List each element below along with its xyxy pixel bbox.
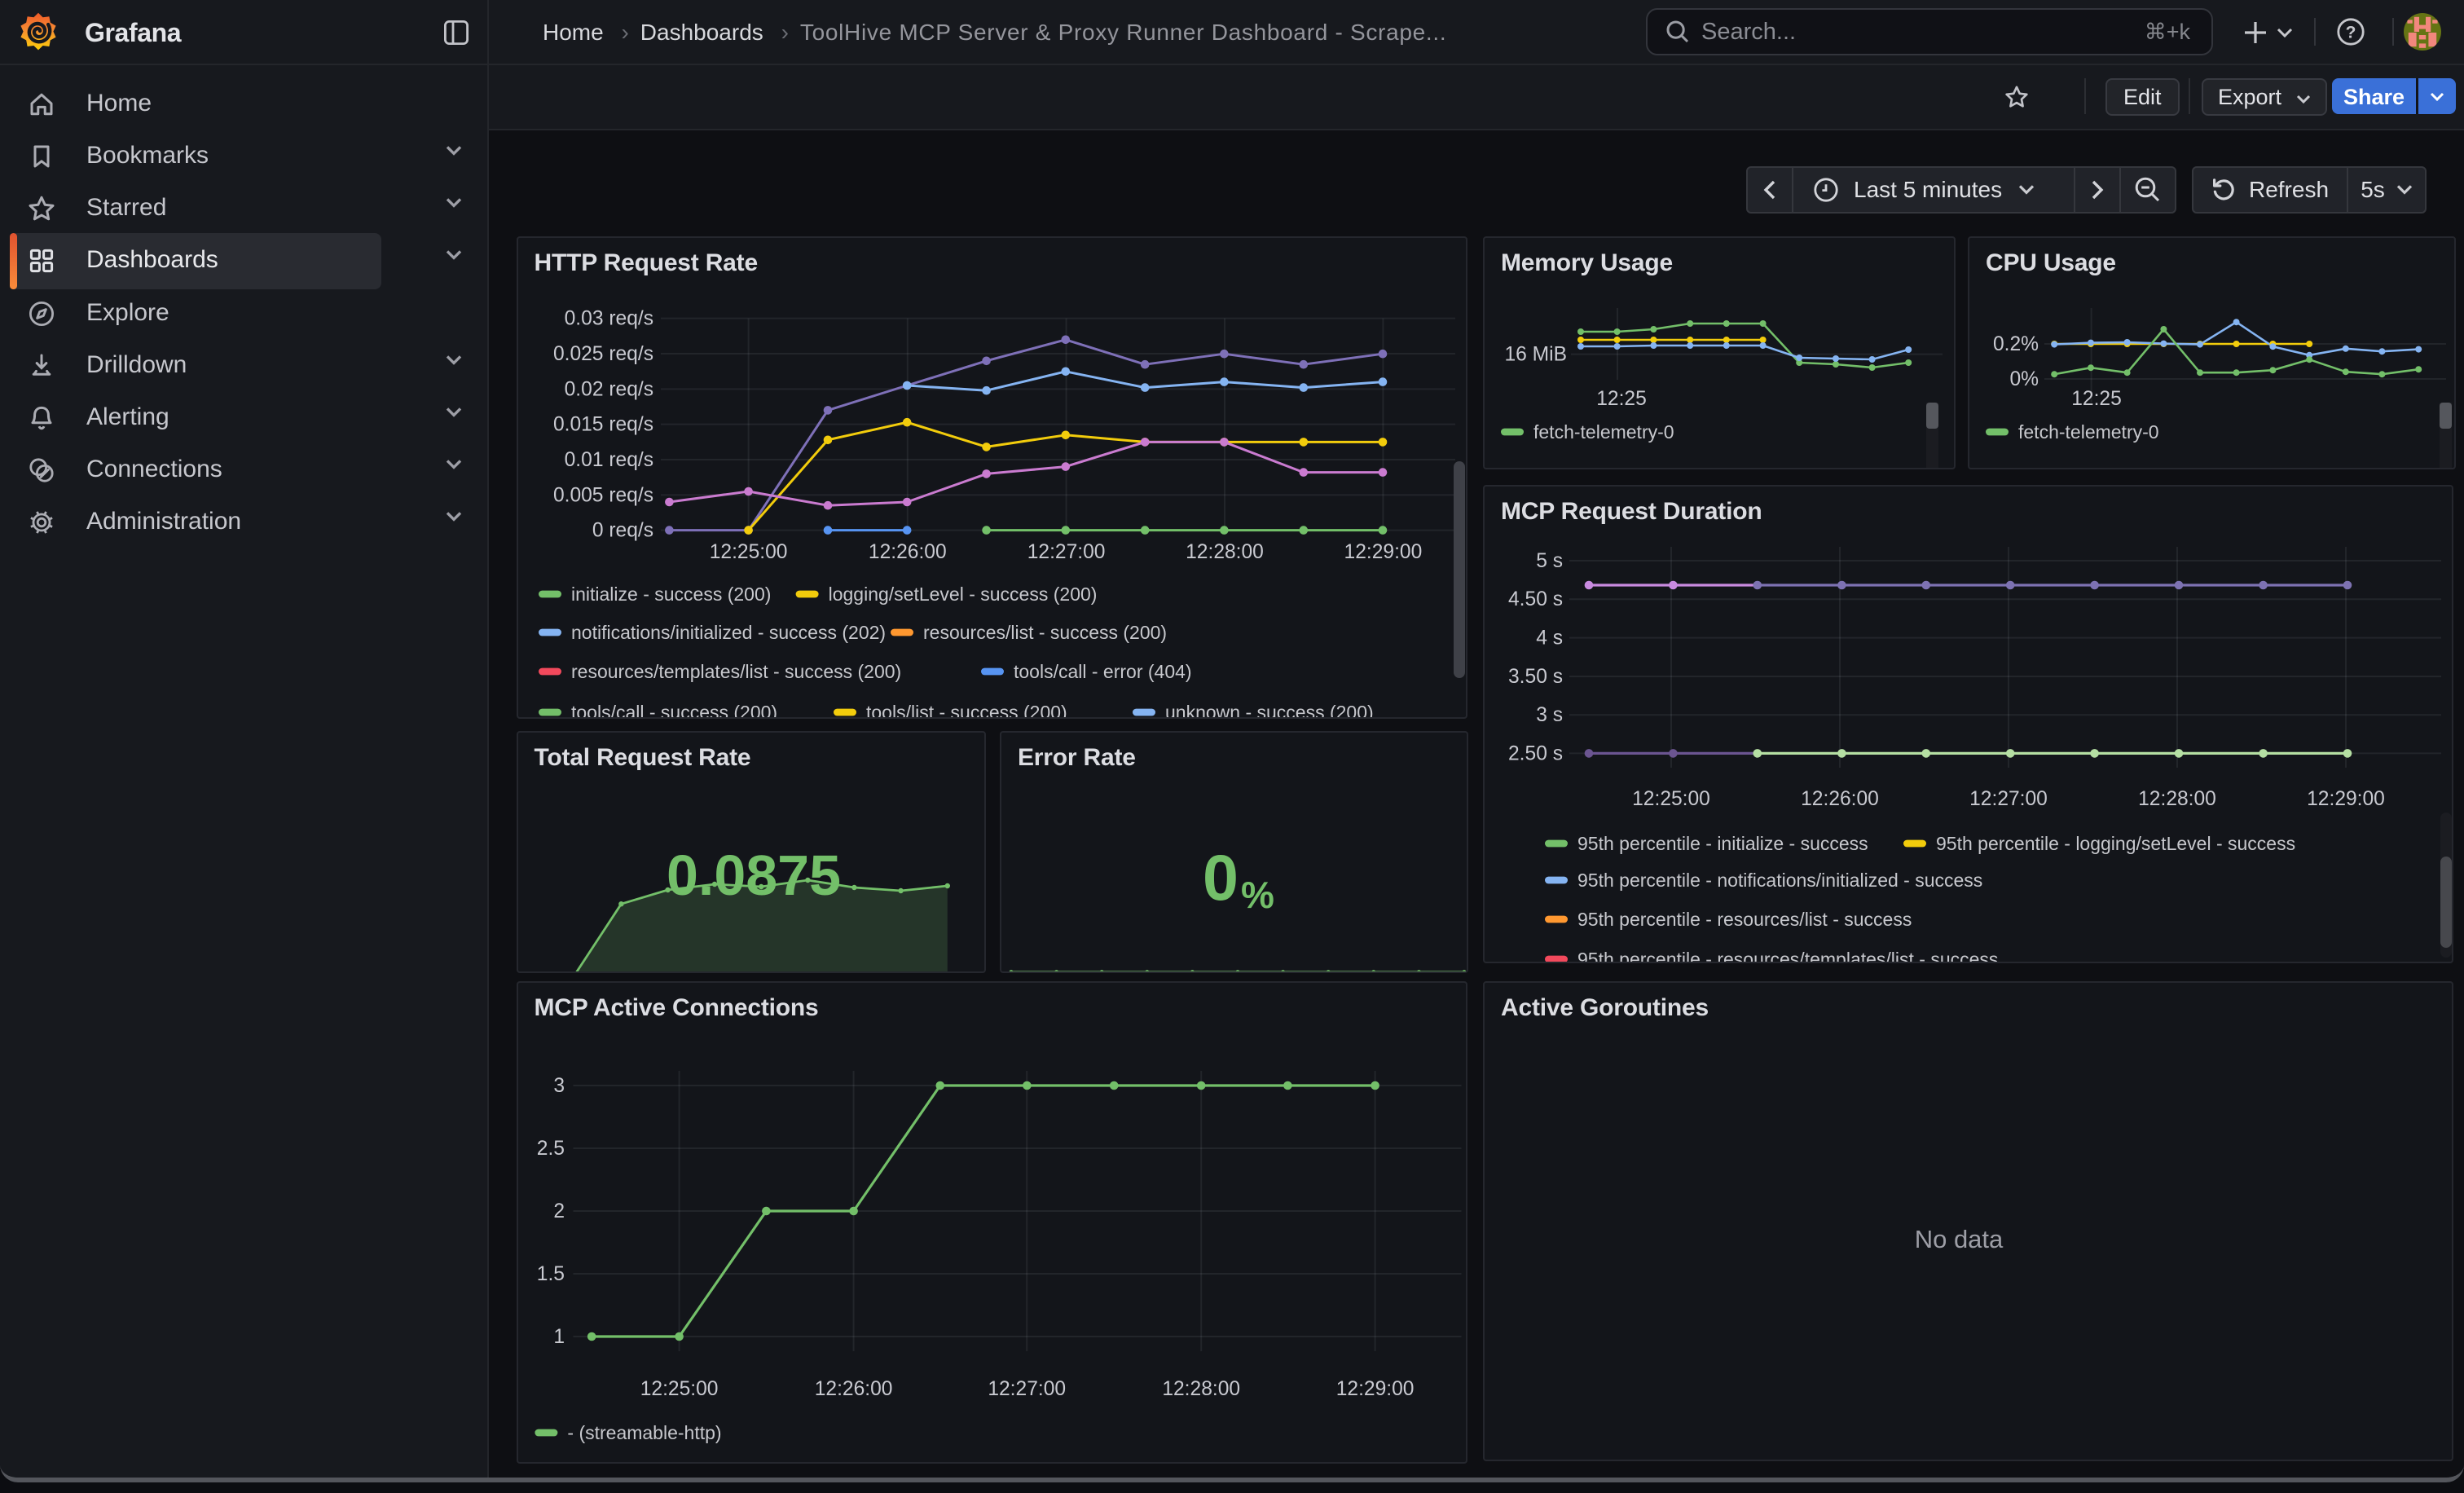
svg-text:resources/templates/list - suc: resources/templates/list - success (200) <box>571 661 901 682</box>
svg-text:12:25: 12:25 <box>1596 388 1647 410</box>
svg-text:resources/list - success (200): resources/list - success (200) <box>923 622 1167 643</box>
svg-text:0.03 req/s: 0.03 req/s <box>564 308 653 330</box>
svg-text:No data: No data <box>1915 1225 2004 1253</box>
svg-text:0: 0 <box>1203 841 1239 914</box>
svg-text:0%: 0% <box>2009 368 2039 390</box>
svg-text:12:25:00: 12:25:00 <box>640 1378 718 1400</box>
svg-text:1.5: 1.5 <box>536 1263 564 1285</box>
svg-text:12:26:00: 12:26:00 <box>868 541 946 563</box>
svg-text:5 s: 5 s <box>1536 550 1563 572</box>
svg-text:4.50 s: 4.50 s <box>1508 588 1563 610</box>
svg-text:16 MiB: 16 MiB <box>1504 344 1567 366</box>
svg-text:95th percentile - resources/li: 95th percentile - resources/list - succe… <box>1577 909 1912 930</box>
svg-text:12:26:00: 12:26:00 <box>1801 788 1879 810</box>
svg-text:12:28:00: 12:28:00 <box>1162 1378 1240 1400</box>
svg-text:tools/list - success (200): tools/list - success (200) <box>866 702 1067 719</box>
svg-text:3 s: 3 s <box>1536 704 1563 726</box>
svg-text:12:25:00: 12:25:00 <box>709 541 787 563</box>
svg-text:1: 1 <box>553 1326 565 1348</box>
svg-text:95th percentile - resources/te: 95th percentile - resources/templates/li… <box>1577 949 1998 963</box>
svg-text:2: 2 <box>553 1200 565 1222</box>
svg-text:95th percentile - logging/setL: 95th percentile - logging/setLevel - suc… <box>1936 833 2295 854</box>
svg-text:12:25:00: 12:25:00 <box>1632 788 1710 810</box>
svg-text:fetch-telemetry-0: fetch-telemetry-0 <box>2018 421 2159 443</box>
svg-text:0.01 req/s: 0.01 req/s <box>564 449 653 471</box>
svg-text:12:25: 12:25 <box>2071 388 2122 410</box>
svg-text:3.50 s: 3.50 s <box>1508 666 1563 688</box>
svg-text:notifications/initialized - su: notifications/initialized - success (202… <box>571 622 886 643</box>
svg-text:95th percentile - notification: 95th percentile - notifications/initiali… <box>1577 870 1982 891</box>
svg-text:12:27:00: 12:27:00 <box>1969 788 2048 810</box>
svg-text:0 req/s: 0 req/s <box>592 520 653 542</box>
svg-text:12:27:00: 12:27:00 <box>1027 541 1105 563</box>
svg-text:0.025 req/s: 0.025 req/s <box>552 343 653 365</box>
svg-text:0.0875: 0.0875 <box>666 843 840 907</box>
svg-text:12:28:00: 12:28:00 <box>1186 541 1264 563</box>
svg-text:12:27:00: 12:27:00 <box>988 1378 1066 1400</box>
svg-text:logging/setLevel - success (20: logging/setLevel - success (200) <box>828 584 1097 605</box>
svg-text:95th percentile - initialize -: 95th percentile - initialize - success <box>1577 833 1868 854</box>
svg-text:%: % <box>1241 874 1274 916</box>
svg-text:4 s: 4 s <box>1536 628 1563 650</box>
svg-text:12:29:00: 12:29:00 <box>2307 788 2385 810</box>
svg-text:tools/call - success (200): tools/call - success (200) <box>571 702 777 719</box>
svg-text:12:29:00: 12:29:00 <box>1335 1378 1414 1400</box>
svg-text:fetch-telemetry-0: fetch-telemetry-0 <box>1533 421 1674 443</box>
svg-text:12:26:00: 12:26:00 <box>814 1378 892 1400</box>
svg-text:12:29:00: 12:29:00 <box>1344 541 1422 563</box>
svg-text:0.2%: 0.2% <box>1993 333 2039 355</box>
svg-text:12:28:00: 12:28:00 <box>2138 788 2216 810</box>
svg-text:2.50 s: 2.50 s <box>1508 742 1563 764</box>
svg-text:?: ? <box>2346 23 2356 42</box>
svg-text:initialize - success (200): initialize - success (200) <box>571 584 771 605</box>
svg-text:tools/call - error (404): tools/call - error (404) <box>1014 661 1192 682</box>
svg-text:- (streamable-http): - (streamable-http) <box>567 1422 721 1443</box>
svg-text:2.5: 2.5 <box>536 1138 564 1160</box>
svg-text:0.015 req/s: 0.015 req/s <box>552 414 653 436</box>
svg-text:3: 3 <box>553 1075 565 1097</box>
svg-text:unknown - success (200): unknown - success (200) <box>1165 702 1374 719</box>
svg-text:0.02 req/s: 0.02 req/s <box>564 378 653 400</box>
svg-text:0.005 req/s: 0.005 req/s <box>552 484 653 506</box>
